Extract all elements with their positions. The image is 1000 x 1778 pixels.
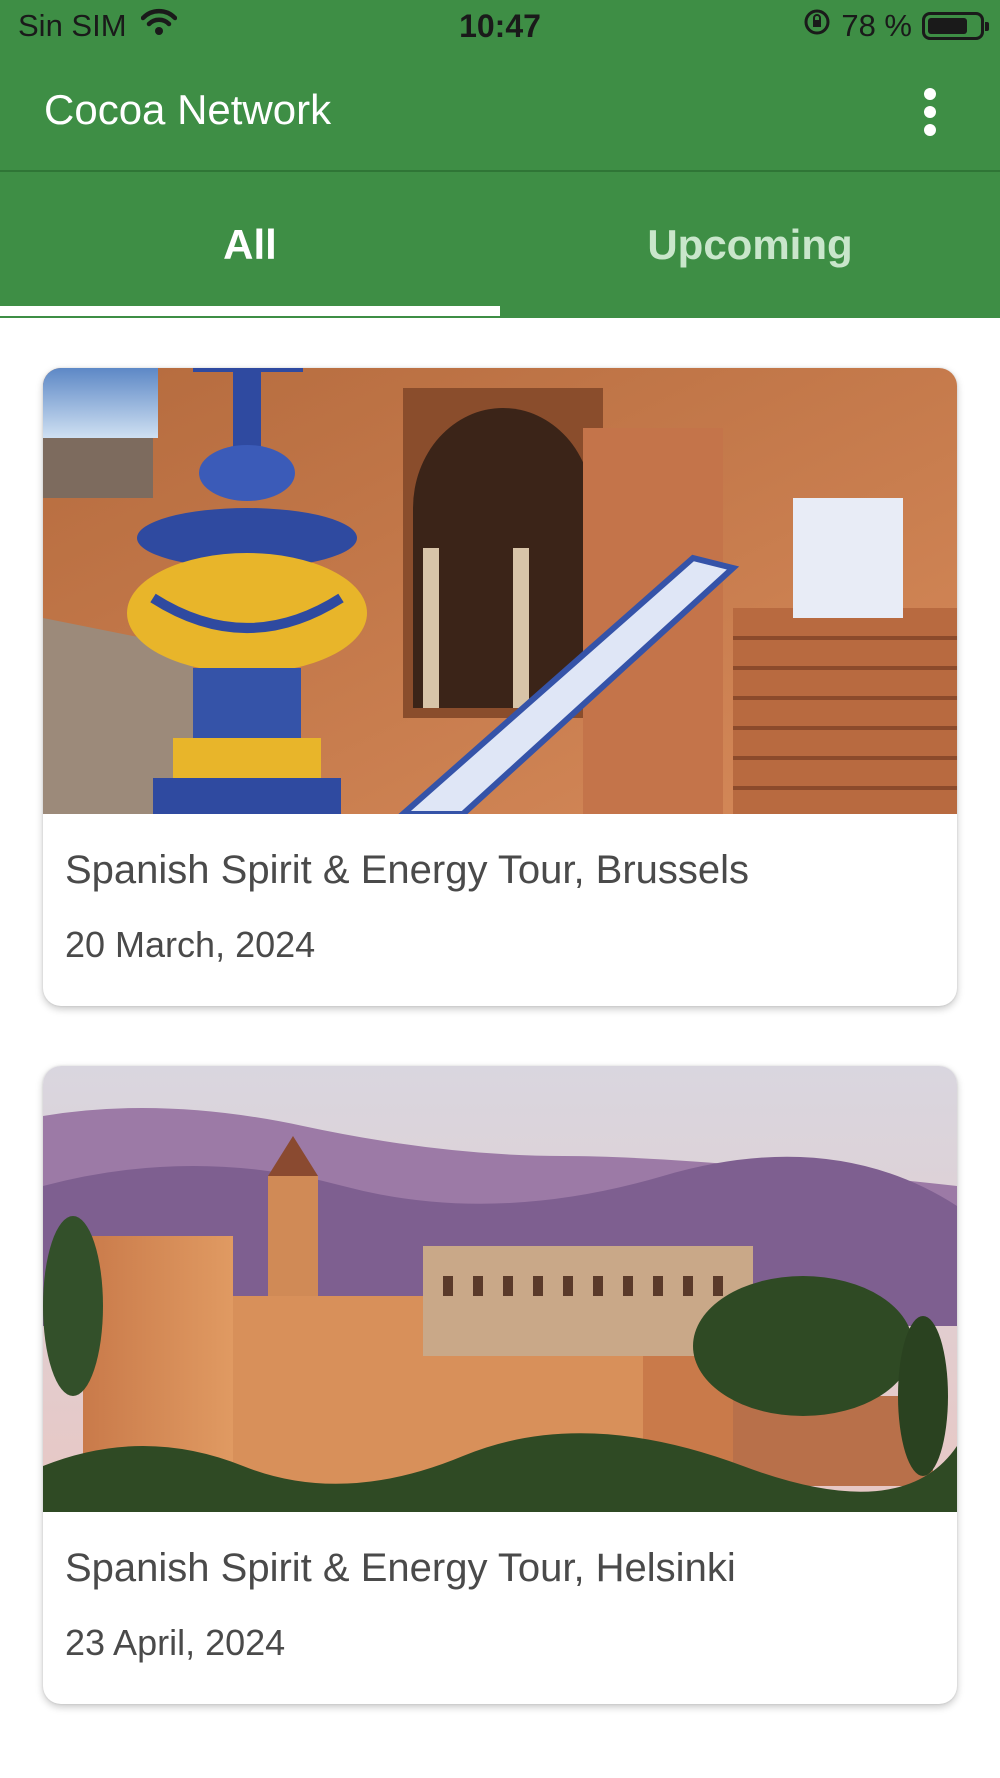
event-card[interactable]: Spanish Spirit & Energy Tour, Helsinki 2… xyxy=(43,1066,957,1704)
event-title: Spanish Spirit & Energy Tour, Brussels xyxy=(65,848,750,892)
event-date: 23 April, 2024 xyxy=(65,1622,286,1663)
event-title: Spanish Spirit & Energy Tour, Helsinki xyxy=(65,1546,736,1590)
more-vert-icon[interactable] xyxy=(922,88,938,136)
tab-all[interactable]: All xyxy=(0,172,500,318)
battery-fill xyxy=(928,18,967,34)
battery-icon xyxy=(922,12,989,40)
app-header: Sin SIM 10:47 78 % Cocoa Network All Upc… xyxy=(0,0,1000,318)
battery-percent: 78 % xyxy=(841,8,912,43)
event-image xyxy=(43,1066,957,1512)
app-title: Cocoa Network xyxy=(44,86,332,133)
status-bar: Sin SIM 10:47 78 % xyxy=(0,0,1000,56)
tab-indicator xyxy=(0,306,500,316)
orientation-lock-icon xyxy=(803,8,831,44)
event-date: 20 March, 2024 xyxy=(65,924,316,965)
event-card[interactable]: Spanish Spirit & Energy Tour, Brussels 2… xyxy=(43,368,957,1006)
tab-upcoming[interactable]: Upcoming xyxy=(500,172,1000,318)
event-image xyxy=(43,368,957,814)
